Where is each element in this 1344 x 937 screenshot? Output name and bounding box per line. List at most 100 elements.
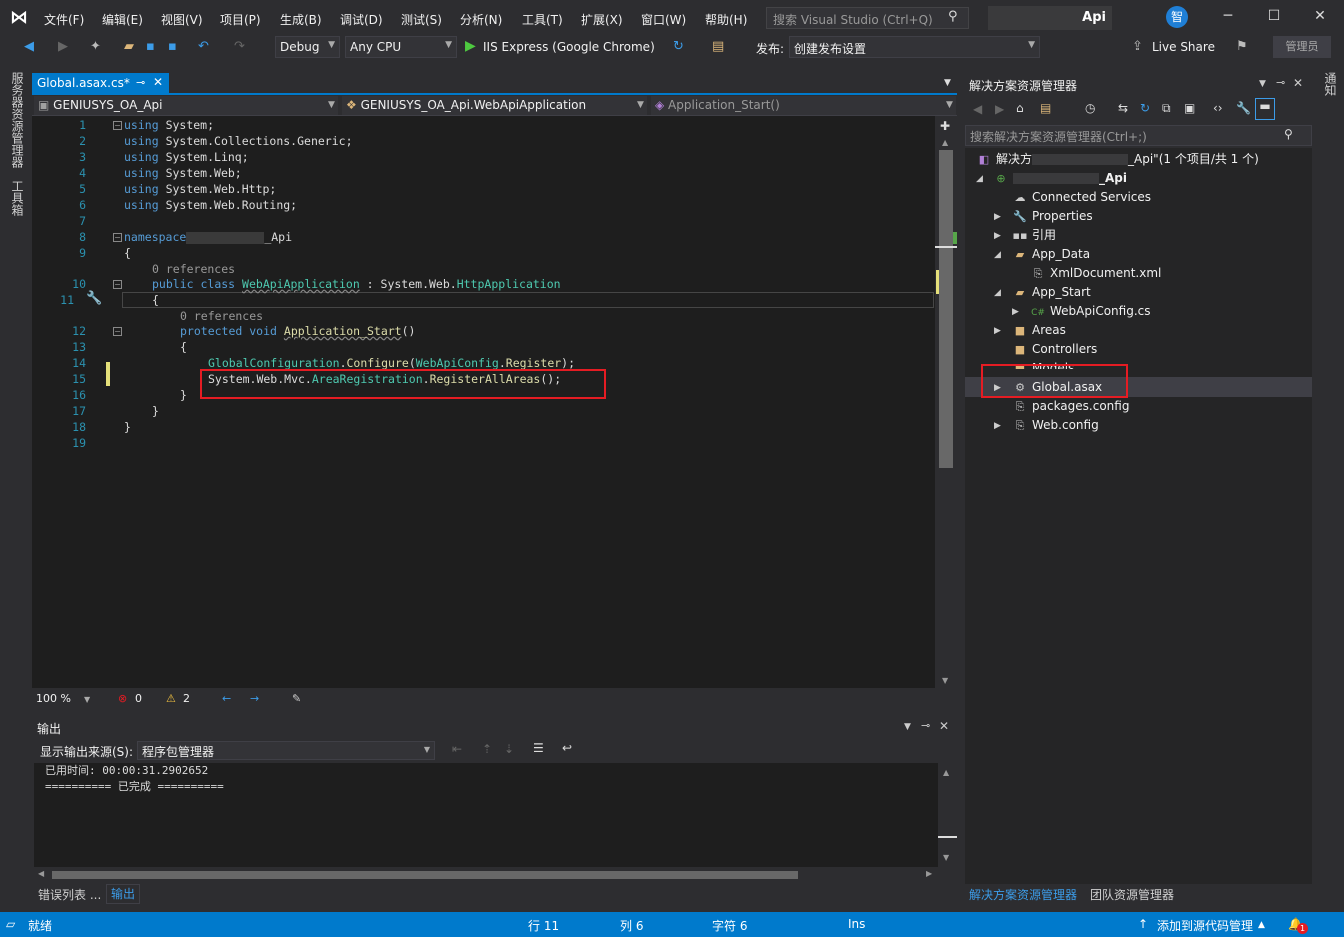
codelens-references[interactable]: 0 references xyxy=(180,309,263,323)
chevron-down-icon[interactable]: ▼ xyxy=(637,100,644,110)
menu-test[interactable]: 测试(S) xyxy=(401,11,442,28)
redo-icon[interactable]: ↷ xyxy=(234,39,245,54)
expanded-arrow-icon[interactable]: ◢ xyxy=(994,288,1001,298)
menu-edit[interactable]: 编辑(E) xyxy=(102,11,143,28)
scroll-right-icon[interactable]: ▶ xyxy=(926,869,932,878)
tab-error-list[interactable]: 错误列表 ... xyxy=(38,886,101,903)
type-nav-select[interactable]: ❖ GENIUSYS_OA_Api.WebApiApplication xyxy=(342,96,647,115)
panel-options-icon[interactable]: ▼ xyxy=(1259,79,1266,89)
expanded-arrow-icon[interactable]: ◢ xyxy=(976,174,983,184)
live-share-icon[interactable]: ⇪ xyxy=(1132,39,1143,54)
scroll-down-icon[interactable]: ▼ xyxy=(943,853,949,862)
find-in-output-icon[interactable]: ⇤ xyxy=(452,742,462,756)
close-panel-icon[interactable]: ✕ xyxy=(1293,76,1303,90)
tree-item-connected-services[interactable]: ☁ Connected Services xyxy=(1012,188,1152,207)
tree-item-areas[interactable]: ■ Areas xyxy=(1012,321,1066,340)
tab-solution-explorer[interactable]: 解决方案资源管理器 xyxy=(969,886,1077,903)
tree-solution-node[interactable]: ◧ 解决方 _Api"(1 个项目/共 1 个) xyxy=(976,150,1259,169)
start-debugging-icon[interactable]: ▶ xyxy=(465,38,476,54)
menu-debug[interactable]: 调试(D) xyxy=(340,11,383,28)
forward-icon[interactable]: ▶ xyxy=(995,102,1004,116)
tree-item-properties[interactable]: 🔧 Properties xyxy=(1012,207,1093,226)
chevron-down-icon[interactable]: ▼ xyxy=(84,695,90,704)
back-icon[interactable]: ◀ xyxy=(973,102,982,116)
sync-with-document-icon[interactable]: ⇆ xyxy=(1118,101,1128,115)
scroll-up-icon[interactable]: ▲ xyxy=(942,138,948,147)
document-tab-global-asax-cs[interactable]: Global.asax.cs* xyxy=(32,73,169,93)
show-all-files-icon[interactable]: ▣ xyxy=(1184,101,1195,115)
tab-list-dropdown-icon[interactable]: ▼ xyxy=(944,78,951,88)
menu-tools[interactable]: 工具(T) xyxy=(522,11,563,28)
home-icon[interactable]: ⌂ xyxy=(1016,101,1024,115)
chevron-down-icon[interactable]: ▼ xyxy=(946,100,953,110)
tree-item-app-data[interactable]: ▰ App_Data xyxy=(1012,245,1090,264)
collapsed-arrow-icon[interactable]: ▶ xyxy=(994,231,1001,241)
scroll-down-icon[interactable]: ▼ xyxy=(942,676,948,685)
collapsed-arrow-icon[interactable]: ▶ xyxy=(994,212,1001,222)
menu-window[interactable]: 窗口(W) xyxy=(641,11,686,28)
collapse-region-icon[interactable]: − xyxy=(113,121,122,130)
new-project-icon[interactable]: ✦ xyxy=(90,39,101,54)
platform-select[interactable]: Any CPU ▼ xyxy=(345,36,457,58)
output-vertical-scrollbar[interactable] xyxy=(938,763,957,867)
collapsed-arrow-icon[interactable]: ▶ xyxy=(994,421,1001,431)
previous-message-icon[interactable]: ⇡ xyxy=(482,742,492,756)
notifications-tab[interactable]: 通知 xyxy=(1322,72,1339,96)
tree-project-node[interactable]: ⊕ _Api xyxy=(993,169,1127,188)
menu-analyze[interactable]: 分析(N) xyxy=(460,11,502,28)
member-nav-select[interactable]: ◈ Application_Start() xyxy=(651,96,956,115)
minimize-icon[interactable]: ─ xyxy=(1218,8,1238,24)
scroll-up-icon[interactable]: ▲ xyxy=(943,768,949,777)
global-search-input[interactable]: 搜索 Visual Studio (Ctrl+Q) xyxy=(766,7,969,29)
collapse-region-icon[interactable]: − xyxy=(113,233,122,242)
account-avatar[interactable]: 智 xyxy=(1166,6,1188,28)
close-window-icon[interactable]: ✕ xyxy=(1310,8,1330,24)
tree-item-web-config[interactable]: ⎘ Web.config xyxy=(1012,416,1099,435)
editor-scroll-thumb[interactable] xyxy=(939,150,953,468)
visual-studio-logo-icon[interactable]: ⋈ xyxy=(10,8,32,28)
quick-actions-screwdriver-icon[interactable]: 🔧 xyxy=(86,291,102,306)
collapse-region-icon[interactable]: − xyxy=(113,280,122,289)
menu-help[interactable]: 帮助(H) xyxy=(705,11,747,28)
status-line[interactable]: 行 11 xyxy=(528,917,559,934)
next-message-icon[interactable]: ⇣ xyxy=(504,742,514,756)
undo-icon[interactable]: ↶ xyxy=(198,39,209,54)
menu-project[interactable]: 项目(P) xyxy=(220,11,261,28)
previous-issue-icon[interactable]: ← xyxy=(222,692,231,705)
server-explorer-tab[interactable]: 服务器资源管理器 xyxy=(9,72,26,168)
publish-profile-select[interactable]: 创建发布设置 ▼ xyxy=(789,36,1040,58)
status-char[interactable]: 字符 6 xyxy=(712,917,747,934)
pin-icon[interactable]: ⊸ xyxy=(136,76,145,89)
tree-item-packages-config[interactable]: ⎘ packages.config xyxy=(1012,397,1130,416)
tab-output[interactable]: 输出 xyxy=(106,884,141,904)
preview-selected-items-icon[interactable]: ▬ xyxy=(1255,98,1275,120)
scroll-left-icon[interactable]: ◀ xyxy=(38,869,44,878)
properties-wrench-icon[interactable]: 🔧 xyxy=(1236,101,1251,115)
collapsed-arrow-icon[interactable]: ▶ xyxy=(1012,307,1019,317)
zoom-level-select[interactable]: 100 % xyxy=(36,692,71,705)
expanded-arrow-icon[interactable]: ◢ xyxy=(994,250,1001,260)
output-source-select[interactable]: 程序包管理器 ▼ xyxy=(137,741,435,760)
pin-icon[interactable]: ⊸ xyxy=(921,719,930,732)
tree-item-app-start[interactable]: ▰ App_Start xyxy=(1012,283,1091,302)
maximize-icon[interactable]: ☐ xyxy=(1264,8,1284,24)
tab-team-explorer[interactable]: 团队资源管理器 xyxy=(1090,886,1174,903)
split-window-icon[interactable]: ✚ xyxy=(940,119,950,133)
code-cleanup-icon[interactable]: ✎ xyxy=(292,692,301,705)
search-icon[interactable]: ⚲ xyxy=(1284,127,1293,141)
menu-file[interactable]: 文件(F) xyxy=(44,11,84,28)
tree-item-webapiconfig[interactable]: C# WebApiConfig.cs xyxy=(1030,302,1150,321)
refresh-icon[interactable]: ↻ xyxy=(1140,101,1150,115)
collapse-region-icon[interactable]: − xyxy=(113,327,122,336)
collapsed-arrow-icon[interactable]: ▶ xyxy=(994,326,1001,336)
menu-build[interactable]: 生成(B) xyxy=(280,11,322,28)
add-to-source-control-button[interactable]: 添加到源代码管理 xyxy=(1157,917,1253,934)
codelens-references[interactable]: 0 references xyxy=(152,262,235,276)
browser-link-icon[interactable]: ▤ xyxy=(712,39,724,54)
status-insert-mode[interactable]: Ins xyxy=(848,917,865,931)
solution-explorer-search-input[interactable]: 搜索解决方案资源管理器(Ctrl+;) xyxy=(965,125,1312,146)
close-panel-icon[interactable]: ✕ xyxy=(939,719,949,733)
open-file-icon[interactable]: ▰ xyxy=(124,39,134,54)
chevron-down-icon[interactable]: ▼ xyxy=(328,100,335,110)
word-wrap-icon[interactable]: ↩ xyxy=(562,741,572,755)
